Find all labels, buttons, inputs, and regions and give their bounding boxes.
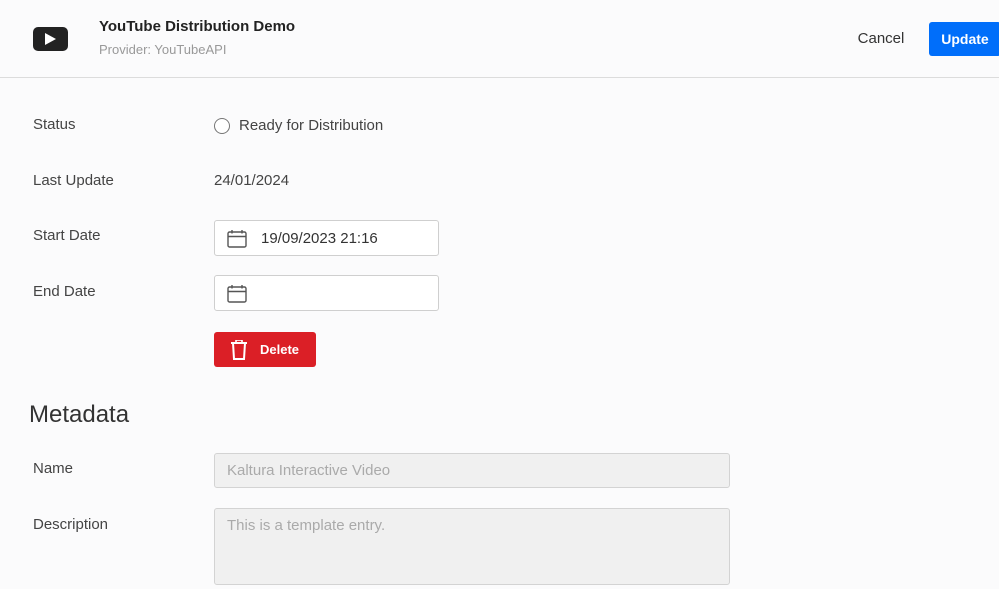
start-date-label: Start Date bbox=[33, 227, 101, 244]
calendar-icon bbox=[227, 285, 247, 303]
status-value: Ready for Distribution bbox=[239, 117, 384, 134]
page-header: YouTube Distribution Demo Provider: YouT… bbox=[0, 0, 999, 78]
provider-subtitle: Provider: YouTubeAPI bbox=[99, 42, 227, 57]
update-button[interactable]: Update bbox=[929, 22, 999, 56]
status-radio[interactable] bbox=[214, 118, 230, 134]
name-input[interactable]: Kaltura Interactive Video bbox=[214, 453, 730, 488]
start-date-value: 19/09/2023 21:16 bbox=[261, 230, 378, 247]
trash-icon bbox=[231, 340, 247, 360]
calendar-icon bbox=[227, 230, 247, 248]
cancel-button[interactable]: Cancel bbox=[850, 23, 912, 55]
description-label: Description bbox=[33, 516, 109, 533]
last-update-label: Last Update bbox=[33, 172, 114, 189]
description-textarea[interactable]: This is a template entry. bbox=[214, 508, 730, 585]
youtube-logo-icon bbox=[33, 27, 68, 51]
start-date-input[interactable]: 19/09/2023 21:16 bbox=[214, 220, 439, 256]
page-title: YouTube Distribution Demo bbox=[99, 18, 296, 35]
end-date-input[interactable] bbox=[214, 275, 439, 311]
delete-label: Delete bbox=[260, 342, 300, 357]
end-date-label: End Date bbox=[33, 283, 96, 300]
delete-button[interactable]: Delete bbox=[214, 332, 316, 367]
metadata-section-title: Metadata bbox=[29, 401, 130, 428]
status-label: Status bbox=[33, 116, 76, 133]
last-update-value: 24/01/2024 bbox=[214, 172, 290, 189]
name-label: Name bbox=[33, 460, 74, 477]
